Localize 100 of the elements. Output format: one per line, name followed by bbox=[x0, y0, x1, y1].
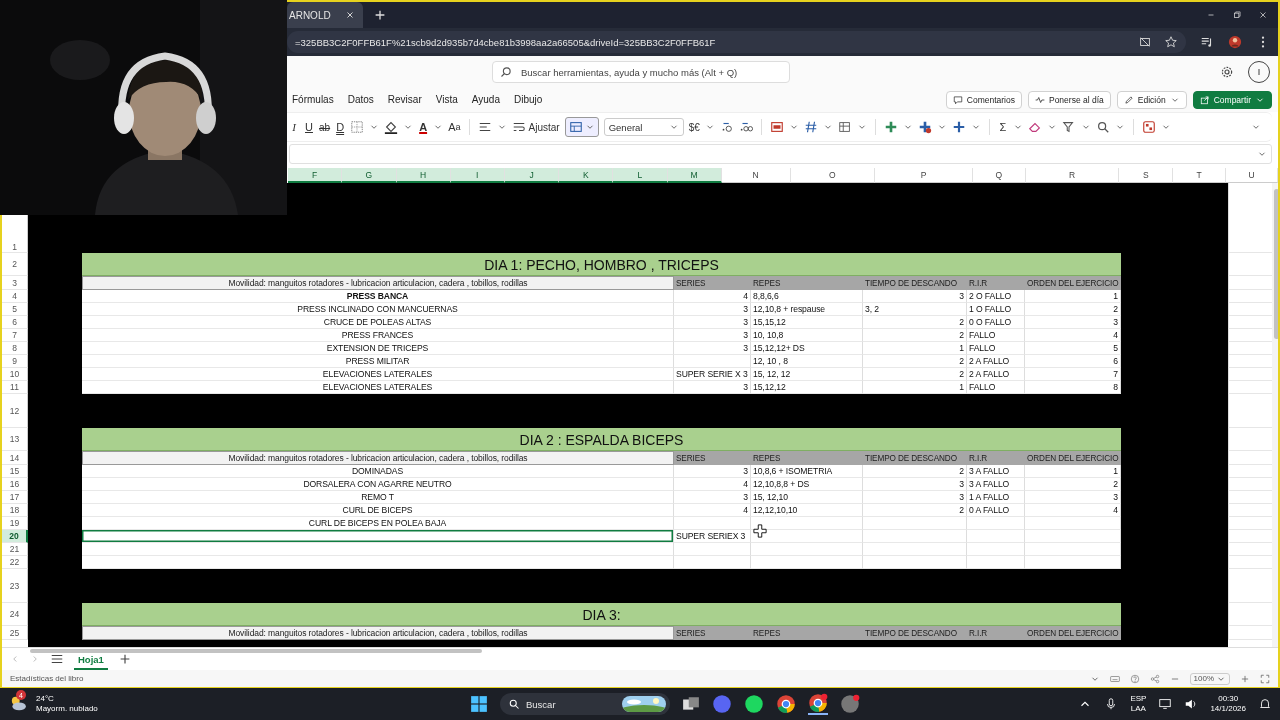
row-number[interactable]: 12 bbox=[9, 405, 20, 416]
sum-button[interactable]: Σ bbox=[997, 121, 1008, 133]
double-underline-button[interactable]: D bbox=[335, 121, 346, 133]
music-app-icon[interactable] bbox=[744, 694, 764, 714]
borders-icon[interactable] bbox=[350, 120, 365, 134]
status-text[interactable]: Estadísticas del libro bbox=[10, 674, 84, 683]
row-number[interactable]: 2 bbox=[12, 259, 17, 269]
search-icon[interactable] bbox=[508, 698, 520, 710]
share-icon[interactable] bbox=[1149, 673, 1160, 684]
column-letter[interactable]: F bbox=[288, 168, 343, 183]
row-number[interactable]: 16 bbox=[9, 479, 20, 489]
row-number[interactable]: 10 bbox=[9, 369, 20, 379]
row-number[interactable]: 4 bbox=[12, 291, 17, 301]
fill-color-icon[interactable] bbox=[384, 120, 399, 134]
table-format-button[interactable] bbox=[564, 117, 599, 137]
chat-app-icon[interactable] bbox=[712, 694, 732, 714]
keyboard-icon[interactable] bbox=[1109, 673, 1120, 684]
row-number[interactable]: 3 bbox=[12, 277, 17, 288]
catch-up-button[interactable]: Ponerse al día bbox=[1027, 91, 1111, 109]
row-number[interactable]: 13 bbox=[9, 434, 20, 444]
ribbon-tab[interactable]: Dibujo bbox=[513, 88, 552, 112]
close-icon[interactable] bbox=[1258, 10, 1268, 20]
align-icon[interactable] bbox=[477, 120, 492, 134]
row-number[interactable]: 23 bbox=[9, 580, 20, 591]
number-format-dropdown[interactable]: General bbox=[603, 118, 684, 136]
add-ins-icon[interactable] bbox=[1141, 120, 1156, 134]
strikethrough-button[interactable]: ab bbox=[319, 121, 331, 133]
number-sign-icon[interactable] bbox=[803, 120, 818, 134]
row-number[interactable]: 6 bbox=[12, 317, 17, 327]
zoom-in-icon[interactable] bbox=[1240, 673, 1250, 684]
column-letter[interactable]: M bbox=[667, 168, 722, 183]
column-letter[interactable]: J bbox=[504, 168, 560, 183]
fullscreen-icon[interactable] bbox=[1260, 673, 1270, 684]
format-icon[interactable] bbox=[951, 120, 966, 134]
row-number[interactable]: 22 bbox=[9, 557, 20, 567]
help-icon[interactable] bbox=[1129, 673, 1140, 684]
close-icon[interactable] bbox=[344, 10, 355, 20]
restore-icon[interactable] bbox=[1232, 10, 1242, 20]
row-number[interactable]: 11 bbox=[10, 382, 19, 392]
app-icon[interactable] bbox=[840, 694, 860, 714]
search-icon[interactable] bbox=[500, 66, 512, 78]
menu-icon[interactable] bbox=[50, 652, 64, 666]
wrap-text-button[interactable]: Ajustar bbox=[511, 120, 560, 134]
weather-condition[interactable]: Mayorm. nublado bbox=[36, 704, 98, 714]
editing-button[interactable]: Edición bbox=[1116, 91, 1187, 109]
eye-off-icon[interactable] bbox=[1138, 35, 1152, 49]
tab-title[interactable]: ARNOLD bbox=[289, 9, 331, 21]
address-bar[interactable]: =325BB3C2F0FFB61F%21scb9d2d935b7d4cbe81b3998aa2a66505&driveId=325BB3C2F0FFB61F bbox=[287, 31, 1186, 53]
row-number[interactable]: 1 bbox=[12, 242, 17, 252]
conditional-format-icon[interactable] bbox=[769, 120, 784, 134]
browser-tab[interactable]: ARNOLD bbox=[287, 2, 363, 28]
ribbon-tab[interactable]: Datos bbox=[347, 88, 383, 112]
language-indicator[interactable]: ESP LAA bbox=[1130, 694, 1147, 714]
share-button[interactable]: Compartir bbox=[1192, 91, 1272, 109]
monitor-icon[interactable] bbox=[1158, 697, 1173, 711]
row-number[interactable]: 19 bbox=[9, 518, 20, 528]
column-letter[interactable]: G bbox=[342, 168, 397, 183]
browser-icon[interactable] bbox=[808, 693, 828, 715]
notifications-icon[interactable] bbox=[1258, 697, 1272, 711]
settings-icon[interactable] bbox=[1220, 65, 1234, 79]
column-letter[interactable]: L bbox=[613, 168, 668, 183]
cell-styles-icon[interactable] bbox=[837, 120, 852, 134]
avatar-icon[interactable] bbox=[1228, 35, 1242, 49]
row-number[interactable]: 14 bbox=[9, 452, 20, 463]
row-number[interactable]: 21 bbox=[9, 544, 20, 554]
column-letter[interactable]: H bbox=[396, 168, 451, 183]
insert-icon[interactable] bbox=[883, 120, 898, 134]
horizontal-scrollbar[interactable] bbox=[30, 649, 482, 653]
star-icon[interactable] bbox=[1164, 35, 1178, 49]
row-number[interactable]: 25 bbox=[9, 627, 20, 638]
browser-icon[interactable] bbox=[776, 694, 796, 714]
comments-button[interactable]: Comentarios bbox=[945, 91, 1022, 109]
column-letter[interactable]: I bbox=[450, 168, 505, 183]
ribbon-tab[interactable]: Vista bbox=[435, 88, 467, 112]
row-number[interactable]: 5 bbox=[12, 304, 17, 314]
clock[interactable]: 00:30 14/1/2026 bbox=[1210, 694, 1246, 714]
task-view-icon[interactable] bbox=[682, 695, 700, 713]
sort-filter-icon[interactable] bbox=[1061, 120, 1076, 134]
row-number[interactable]: 18 bbox=[9, 505, 20, 515]
font-color-button[interactable]: A bbox=[418, 121, 429, 133]
row-number[interactable]: 24 bbox=[9, 609, 20, 619]
row-number[interactable]: 15 bbox=[9, 466, 20, 476]
row-number[interactable]: 8 bbox=[12, 343, 17, 353]
column-letter[interactable]: K bbox=[559, 168, 614, 183]
delete-icon[interactable] bbox=[917, 120, 932, 134]
ribbon-tab[interactable]: Revisar bbox=[387, 88, 431, 112]
row-number[interactable]: 9 bbox=[12, 356, 17, 366]
media-icon[interactable] bbox=[1200, 35, 1214, 49]
ribbon-tab[interactable]: Fórmulas bbox=[292, 88, 343, 112]
italic-button[interactable]: I bbox=[289, 121, 299, 133]
underline-button[interactable]: U bbox=[304, 121, 314, 133]
search-field[interactable]: Buscar herramientas, ayuda y mucho más (Alt + Q) bbox=[492, 61, 790, 83]
eraser-icon[interactable] bbox=[1027, 120, 1042, 134]
ribbon-tab[interactable]: Ayuda bbox=[471, 88, 509, 112]
search-icon[interactable] bbox=[1095, 120, 1110, 134]
row-number[interactable]: 17 bbox=[9, 492, 20, 502]
currency-button[interactable]: $€ bbox=[688, 121, 700, 133]
increase-decimal-icon[interactable] bbox=[738, 120, 753, 134]
start-icon[interactable] bbox=[470, 695, 488, 713]
zoom-dropdown[interactable]: 100% bbox=[1189, 672, 1230, 685]
